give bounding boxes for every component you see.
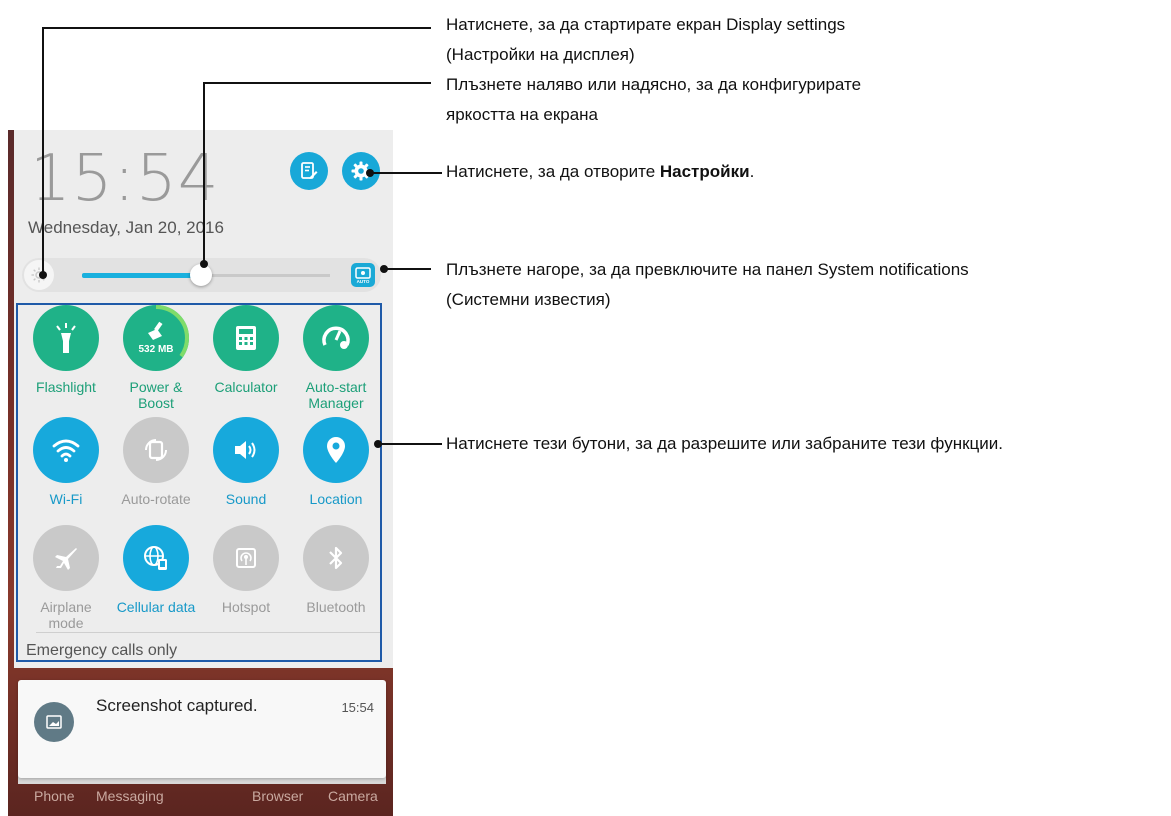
callout-line-settings <box>370 172 442 174</box>
callout-line-display-h <box>42 27 431 29</box>
callout-line-brightness-v <box>203 82 205 264</box>
settings-button[interactable] <box>342 152 380 190</box>
clock: 15:54 <box>30 142 220 216</box>
auto-brightness-button[interactable]: AUTO <box>351 263 375 287</box>
callout-text-line: Плъзнете нагоре, за да превключите на па… <box>446 260 969 279</box>
callout-toggles: Натиснете тези бутони, за да разрешите и… <box>446 429 1003 459</box>
toggles-highlight-box <box>16 303 382 662</box>
callout-system-notifications: Плъзнете нагоре, за да превключите на па… <box>446 255 969 315</box>
callout-text-punct: . <box>749 162 755 181</box>
dock-phone[interactable]: Phone <box>34 788 74 804</box>
dock-browser[interactable]: Browser <box>252 788 303 804</box>
callout-display-settings: Натиснете, за да стартирате екран Displa… <box>446 10 845 70</box>
callout-text-line: Натиснете тези бутони, за да разрешите и… <box>446 434 1003 453</box>
callout-text-line: Натиснете, за да отворите <box>446 162 660 181</box>
callout-text-line: (Системни известия) <box>446 290 611 309</box>
brightness-fill <box>82 273 202 278</box>
notification-title: Screenshot captured. <box>96 696 258 715</box>
callout-text-line: яркостта на екрана <box>446 105 599 124</box>
callout-settings: Натиснете, за да отворите Настройки. <box>446 157 754 187</box>
date: Wednesday, Jan 20, 2016 <box>28 218 224 237</box>
callout-line-system <box>384 268 431 270</box>
app-dock: Phone Messaging Browser Camera <box>8 784 393 816</box>
callout-text-line: (Настройки на дисплея) <box>446 45 635 64</box>
auto-brightness-icon: AUTO <box>355 267 371 284</box>
callout-line-toggles <box>378 443 442 445</box>
callout-line-brightness-h <box>203 82 431 84</box>
callout-text-line: Плъзнете наляво или надясно, за да конфи… <box>446 75 862 94</box>
notification-time: 15:54 <box>341 700 374 715</box>
screenshot-notification[interactable]: Screenshot captured. 15:54 <box>18 680 386 778</box>
dock-camera[interactable]: Camera <box>328 788 378 804</box>
callout-text-line: Натиснете, за да стартирате екран Displa… <box>446 15 846 34</box>
edit-notes-button[interactable] <box>290 152 328 190</box>
auto-label: AUTO <box>357 279 370 284</box>
image-icon <box>34 702 74 742</box>
settings-bold-label: Настройки <box>659 162 750 181</box>
dock-messaging[interactable]: Messaging <box>96 788 164 804</box>
callout-line-display-v <box>42 27 44 274</box>
callout-brightness: Плъзнете наляво или надясно, за да конфи… <box>446 70 861 130</box>
edit-icon <box>301 162 318 179</box>
